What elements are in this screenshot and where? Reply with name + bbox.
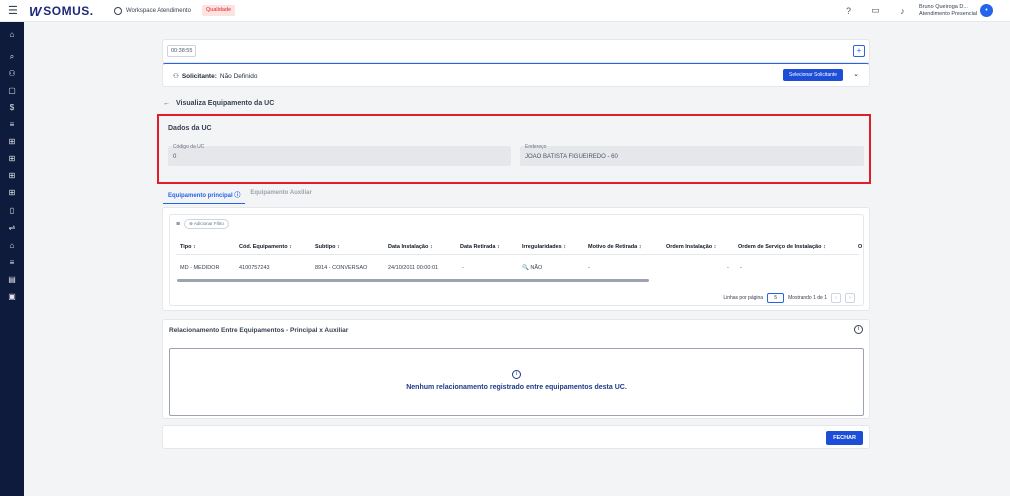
table-container: ≡ ⊕ Adicionar Filtro Tipo ↕ Cód. Equipam… bbox=[169, 214, 864, 306]
relacionamento-card: Relacionamento Entre Equipamentos - Prin… bbox=[162, 319, 870, 419]
solicitante-value: Não Definido bbox=[219, 72, 258, 80]
grid-icon[interactable]: ⊞ bbox=[5, 187, 19, 199]
dollar-icon[interactable]: $ bbox=[5, 102, 19, 114]
filter-icon[interactable]: ≡ bbox=[176, 221, 180, 228]
endereco-label: Endereço bbox=[525, 144, 547, 150]
col-ordem-instalacao[interactable]: Ordem Instalação ↕ bbox=[666, 244, 716, 250]
avatar[interactable]: • bbox=[980, 4, 993, 17]
list-icon[interactable]: ≡ bbox=[5, 119, 19, 131]
showing-label: Mostrando 1 de 1 bbox=[788, 295, 827, 301]
col-tipo[interactable]: Tipo ↕ bbox=[180, 244, 196, 250]
select-solicitante-button[interactable]: Selecionar Solicitante bbox=[783, 69, 844, 81]
quality-badge: Qualidade bbox=[202, 5, 236, 16]
home-icon[interactable]: ⌂ bbox=[5, 29, 19, 41]
top-bar: ☰ W SOMUS. Workspace Atendimento Qualida… bbox=[0, 0, 1010, 22]
user-role: Atendimento Presencial bbox=[919, 10, 978, 17]
cell-ordem-instalacao: - bbox=[727, 265, 729, 271]
sidebar: ⌂ ⌕ ⚇ ▢ $ ≡ ⊞ ⊞ ⊞ ⊞ ▯ ⇌ ⌂ ≡ ▤ ▣ bbox=[0, 22, 24, 496]
page-header: ← Visualiza Equipamento da UC bbox=[163, 100, 274, 107]
grid-icon[interactable]: ⊞ bbox=[5, 136, 19, 148]
col-ordem-servico-instalacao[interactable]: Ordem de Serviço de Instalação ↕ bbox=[738, 244, 826, 250]
clipboard-icon[interactable]: ▢ bbox=[5, 85, 19, 97]
solicitante-label: Solicitante: bbox=[181, 72, 217, 80]
uc-section-title: Dados da UC bbox=[168, 125, 212, 132]
close-button[interactable]: FECHAR bbox=[826, 431, 863, 445]
codigo-uc-field: Código da UC 0 bbox=[168, 144, 511, 166]
grid-icon[interactable]: ⊞ bbox=[5, 170, 19, 182]
cell-data-retirada: - bbox=[462, 265, 464, 271]
cell-motivo-retirada: - bbox=[588, 265, 590, 271]
endereco-value: JOAO BATISTA FIGUEIREDO - 60 bbox=[525, 154, 618, 160]
empty-message: Nenhum relacionamento registrado entre e… bbox=[406, 384, 627, 391]
back-arrow-icon[interactable]: ← bbox=[163, 100, 170, 107]
timer-card: 00:38:55 + bbox=[162, 39, 870, 63]
header-divider bbox=[176, 254, 859, 255]
session-timer: 00:38:55 bbox=[167, 45, 197, 57]
users-icon: ⚇ bbox=[173, 73, 179, 80]
workspace-label: Workspace Atendimento bbox=[126, 8, 191, 14]
info-icon: i bbox=[512, 370, 521, 379]
uc-data-section: Dados da UC Código da UC 0 Endereço JOAO… bbox=[157, 114, 871, 184]
grid-icon[interactable]: ⊞ bbox=[5, 153, 19, 165]
bell-icon[interactable]: ♪ bbox=[897, 5, 908, 16]
menu-icon[interactable]: ☰ bbox=[8, 5, 20, 17]
empty-state: i Nenhum relacionamento registrado entre… bbox=[169, 348, 864, 416]
chevron-down-icon[interactable]: ⌄ bbox=[853, 70, 859, 78]
col-irregularidades[interactable]: Irregularidades ↕ bbox=[522, 244, 566, 250]
add-button[interactable]: + bbox=[853, 45, 865, 57]
cell-irregularidades[interactable]: 🔍 NÃO bbox=[522, 265, 542, 271]
rows-per-page-label: Linhas por página bbox=[723, 295, 764, 301]
logo-text: SOMUS. bbox=[43, 4, 94, 18]
cell-data-instalacao: 24/10/2011 00:00:01 bbox=[388, 265, 439, 271]
col-overflow[interactable]: O bbox=[858, 244, 862, 250]
rows-per-page-select[interactable]: 5 bbox=[767, 293, 785, 303]
logo: W SOMUS. bbox=[29, 3, 94, 19]
col-data-retirada[interactable]: Data Retirada ↕ bbox=[460, 244, 500, 250]
solicitante-card: ⚇ Solicitante: Não Definido Selecionar S… bbox=[162, 63, 870, 87]
tabs: Equipamento principal ⓘ Equipamento Auxi… bbox=[163, 188, 317, 204]
cell-subtipo: 8914 - CONVERSAO bbox=[315, 265, 368, 271]
help-icon[interactable]: ? bbox=[843, 5, 854, 16]
home-icon[interactable]: ⌂ bbox=[5, 240, 19, 252]
horizontal-scrollbar[interactable] bbox=[177, 279, 649, 282]
note-icon[interactable]: ▤ bbox=[5, 274, 19, 286]
footer-card: FECHAR bbox=[162, 425, 870, 449]
list-icon[interactable]: ≡ bbox=[5, 257, 19, 269]
inbox-icon[interactable]: ▭ bbox=[870, 5, 881, 16]
info-icon[interactable]: i bbox=[854, 325, 863, 334]
codigo-uc-label: Código da UC bbox=[173, 144, 205, 150]
page-title: Visualiza Equipamento da UC bbox=[176, 100, 275, 107]
tab-equipamento-auxiliar[interactable]: Equipamento Auxiliar bbox=[245, 188, 316, 204]
logo-mark: W bbox=[29, 3, 41, 19]
tab-equipamento-principal[interactable]: Equipamento principal ⓘ bbox=[163, 188, 246, 204]
col-motivo-retirada[interactable]: Motivo de Retirada ↕ bbox=[588, 244, 641, 250]
col-cod-equipamento[interactable]: Cód. Equipamento ↕ bbox=[239, 244, 292, 250]
cell-tipo: MD - MEDIDOR bbox=[180, 265, 220, 271]
user-info[interactable]: Bruno Queiroga D... Atendimento Presenci… bbox=[919, 4, 977, 17]
document-icon[interactable]: ▯ bbox=[5, 205, 19, 217]
workspace-selector[interactable]: Workspace Atendimento bbox=[114, 5, 191, 17]
relacionamento-title: Relacionamento Entre Equipamentos - Prin… bbox=[169, 327, 349, 334]
pagination: Linhas por página 5 Mostrando 1 de 1 ‹ › bbox=[723, 293, 855, 303]
prev-page-button[interactable]: ‹ bbox=[831, 293, 841, 303]
col-subtipo[interactable]: Subtipo ↕ bbox=[315, 244, 340, 250]
search-icon[interactable]: ⌕ bbox=[5, 51, 19, 63]
next-page-button[interactable]: › bbox=[845, 293, 855, 303]
card-icon[interactable]: ▣ bbox=[5, 291, 19, 303]
add-filter-chip[interactable]: ⊕ Adicionar Filtro bbox=[184, 219, 229, 229]
transfer-icon[interactable]: ⇌ bbox=[5, 222, 19, 234]
codigo-uc-value: 0 bbox=[173, 154, 177, 160]
cell-ordem-servico: - bbox=[740, 265, 742, 271]
workspace-icon bbox=[114, 7, 122, 15]
equipment-table-card: ≡ ⊕ Adicionar Filtro Tipo ↕ Cód. Equipam… bbox=[162, 207, 870, 311]
cell-cod-equipamento: 4100757243 bbox=[239, 265, 270, 271]
users-icon[interactable]: ⚇ bbox=[5, 68, 19, 80]
col-data-instalacao[interactable]: Data Instalação ↕ bbox=[388, 244, 433, 250]
endereco-field: Endereço JOAO BATISTA FIGUEIREDO - 60 bbox=[520, 144, 864, 166]
